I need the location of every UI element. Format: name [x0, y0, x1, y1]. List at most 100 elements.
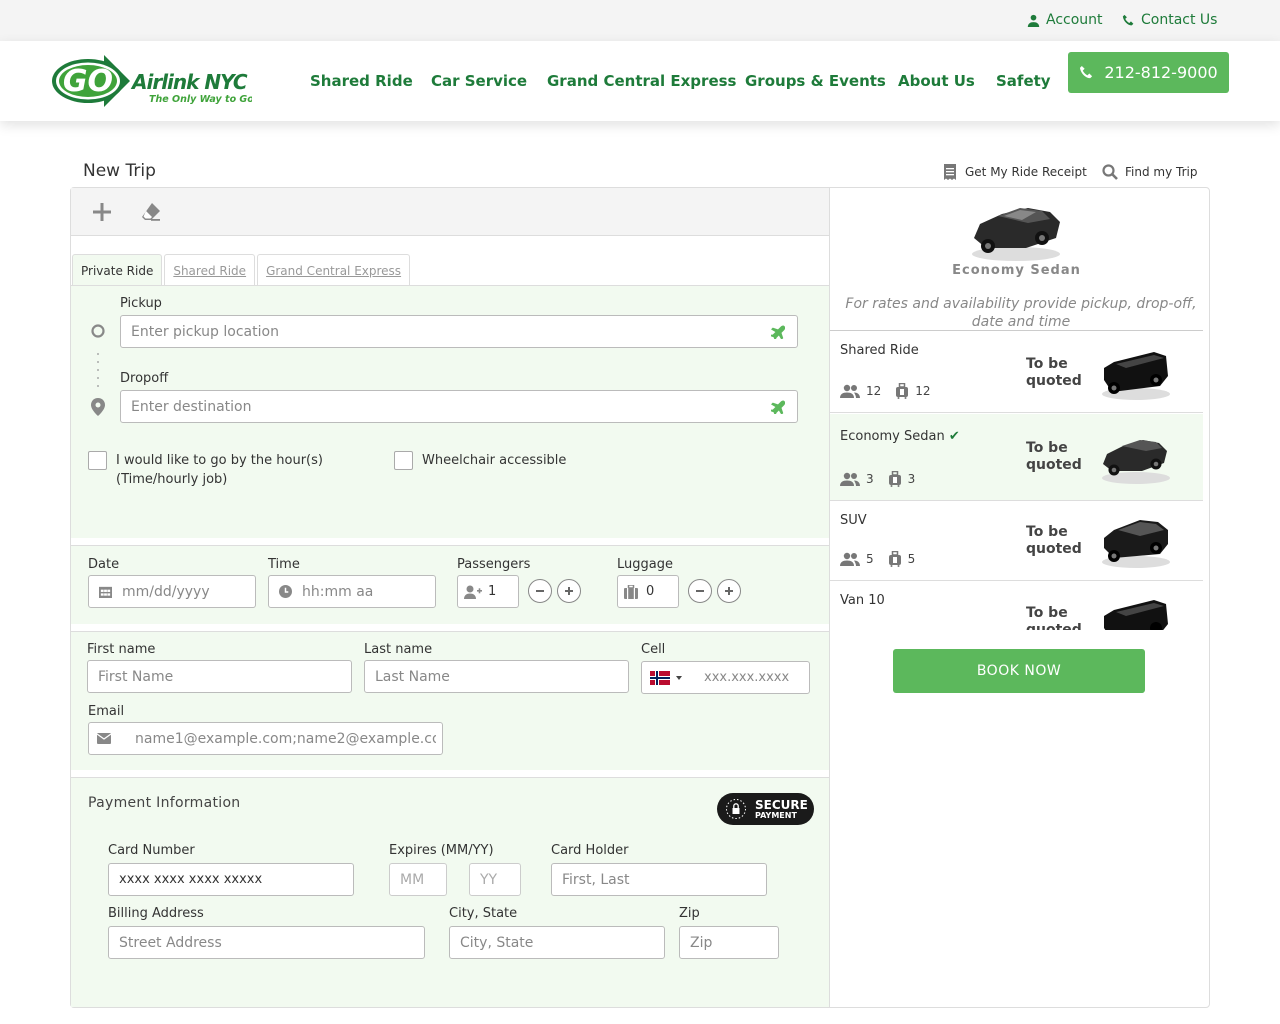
lock-icon [726, 799, 746, 819]
page-title: New Trip [83, 161, 156, 181]
passengers-increment-button[interactable] [557, 579, 581, 603]
nav-grand-central-express[interactable]: Grand Central Express [547, 72, 736, 90]
luggage-label: Luggage [617, 557, 673, 572]
phone-icon [1122, 14, 1134, 25]
book-now-button[interactable]: BOOK NOW [893, 649, 1145, 693]
add-user-icon [464, 585, 482, 599]
luggage-decrement-button[interactable] [688, 579, 712, 603]
cell-input[interactable]: xxx.xxx.xxxx [641, 661, 810, 694]
clear-form-button[interactable] [140, 201, 162, 223]
airplane-icon[interactable] [771, 400, 785, 414]
vehicle-option-suv[interactable]: SUV To be quoted 5 5 [830, 502, 1203, 581]
dropoff-input[interactable]: Enter destination [120, 390, 798, 423]
caret-down-icon [676, 675, 682, 680]
sedan-image [972, 208, 1060, 261]
selected-vehicle-name: Economy Sedan [952, 263, 1081, 278]
first-name-input[interactable]: First Name [87, 660, 352, 693]
secure-payment-badge: SECURE PAYMENT [717, 793, 814, 825]
contact-link[interactable]: Contact Us [1122, 12, 1217, 28]
luggage-icon [888, 471, 901, 487]
sedan-image [1102, 440, 1170, 484]
vehicle-capacity: 3 3 [840, 471, 915, 487]
tab-shared-ride[interactable]: Shared Ride [164, 254, 256, 286]
vehicle-list: Shared Ride To be quoted 12 12 Economy Se… [830, 332, 1203, 630]
card-holder-label: Card Holder [551, 843, 629, 858]
last-name-input[interactable]: Last Name [364, 660, 629, 693]
country-select[interactable] [650, 670, 682, 685]
selected-check-icon: ✔ [948, 429, 960, 444]
tab-private-ride[interactable]: Private Ride [72, 254, 163, 286]
email-input[interactable]: name1@example.com;name2@example.com [88, 722, 443, 755]
wheelchair-checkbox[interactable] [394, 451, 413, 470]
svg-text:Airlink NYC: Airlink NYC [130, 70, 248, 94]
dropoff-label: Dropoff [120, 371, 169, 386]
expiry-year-input[interactable]: YY [469, 863, 521, 896]
vehicle-option-economy-sedan[interactable]: Economy Sedan ✔ To be quoted 3 3 [830, 414, 1203, 501]
city-state-label: City, State [449, 906, 518, 921]
van-image [1102, 352, 1170, 400]
rates-note: For rates and availability provide picku… [845, 296, 1197, 330]
account-link[interactable]: Account [1027, 12, 1103, 28]
date-input[interactable]: mm/dd/yyyy [88, 575, 256, 608]
svg-text:The Only Way to Go: The Only Way to Go [149, 94, 252, 105]
pickup-input[interactable]: Enter pickup location [120, 315, 798, 348]
passengers-input[interactable]: 1 [457, 575, 519, 608]
suv-image [1102, 520, 1170, 568]
hourly-label: I would like to go by the hour(s) (Time/… [116, 453, 323, 487]
hourly-checkbox[interactable] [88, 451, 107, 470]
trip-toolbar [71, 188, 829, 236]
billing-address-input[interactable]: Street Address [108, 926, 425, 959]
vehicle-quote: To be quoted [1026, 440, 1082, 473]
vehicle-option-van-10[interactable]: Van 10 To be quoted [830, 582, 1203, 630]
vehicle-quote: To be quoted [1026, 356, 1082, 389]
site-header: GO Airlink NYC The Only Way to Go Shared… [0, 41, 1280, 121]
passengers-icon [840, 472, 860, 486]
passengers-icon [840, 384, 860, 398]
nav-shared-ride[interactable]: Shared Ride [310, 72, 413, 90]
card-number-input[interactable]: xxxx xxxx xxxx xxxxx [108, 863, 354, 896]
top-bar: Account Contact Us [0, 0, 1280, 41]
pickup-label: Pickup [120, 296, 162, 311]
tab-grand-central-express[interactable]: Grand Central Express [257, 254, 411, 286]
find-trip-link[interactable]: Find my Trip [1102, 164, 1197, 180]
envelope-icon [97, 733, 111, 744]
vehicle-capacity: 5 5 [840, 551, 915, 567]
nav-safety[interactable]: Safety [996, 72, 1051, 90]
user-icon [1027, 14, 1040, 27]
calendar-icon [99, 586, 112, 598]
airplane-icon[interactable] [771, 325, 785, 339]
eraser-icon [142, 203, 160, 221]
plus-icon [565, 587, 573, 595]
last-name-label: Last name [364, 642, 433, 657]
plus-icon [93, 203, 111, 221]
zip-input[interactable]: Zip [679, 926, 779, 959]
luggage-input[interactable]: 0 [617, 575, 679, 608]
card-holder-input[interactable]: First, Last [551, 863, 767, 896]
vehicle-option-shared-ride[interactable]: Shared Ride To be quoted 12 12 [830, 332, 1203, 413]
phone-button[interactable]: 212-812-9000 [1068, 52, 1229, 93]
plus-icon [725, 587, 733, 595]
date-label: Date [88, 557, 120, 572]
luggage-increment-button[interactable] [717, 579, 741, 603]
clock-icon [279, 585, 292, 598]
receipt-link[interactable]: Get My Ride Receipt [942, 164, 1087, 180]
passengers-decrement-button[interactable] [528, 579, 552, 603]
nav-groups-events[interactable]: Groups & Events [745, 72, 886, 90]
city-state-input[interactable]: City, State [449, 926, 665, 959]
billing-address-label: Billing Address [108, 906, 204, 921]
norway-flag-icon [650, 670, 670, 685]
luggage-icon [896, 383, 909, 399]
expiry-month-input[interactable]: MM [389, 863, 447, 896]
nav-car-service[interactable]: Car Service [431, 72, 527, 90]
receipt-icon [944, 164, 956, 180]
first-name-label: First name [87, 642, 156, 657]
vehicle-capacity: 12 12 [840, 383, 931, 399]
svg-text:GO: GO [63, 64, 113, 99]
minus-icon [696, 590, 704, 592]
add-trip-button[interactable] [91, 201, 113, 223]
logo[interactable]: GO Airlink NYC The Only Way to Go [52, 53, 254, 109]
circle-icon [91, 324, 105, 338]
nav-about-us[interactable]: About Us [898, 72, 975, 90]
time-input[interactable]: hh:mm aa [268, 575, 436, 608]
suitcase-icon [624, 584, 638, 599]
